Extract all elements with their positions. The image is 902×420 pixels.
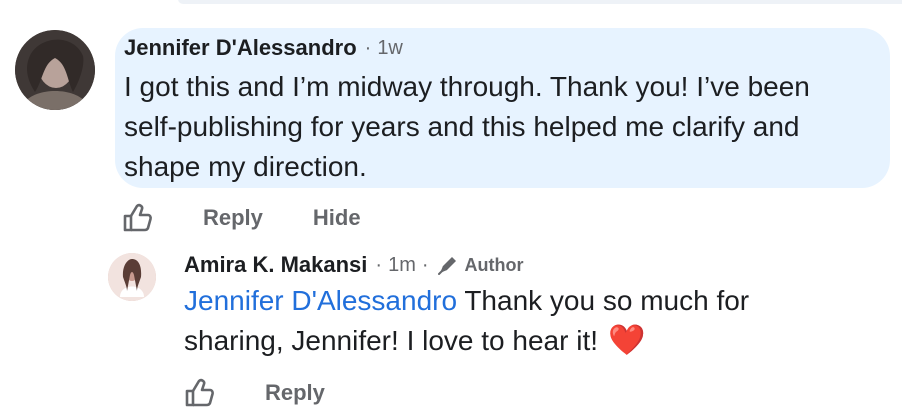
comment-text-line: shape my direction.	[124, 151, 367, 182]
hide-button[interactable]: Hide	[313, 205, 361, 231]
reply-text-line: sharing, Jennifer! I love to hear it! ❤️	[184, 321, 749, 361]
pencil-icon	[437, 257, 456, 275]
author-badge-label: Author	[464, 254, 524, 275]
thumbs-up-icon-svg	[123, 203, 152, 232]
author-badge: Author	[437, 254, 524, 276]
comment-header: Jennifer D'Alessandro · 1w	[124, 35, 403, 61]
mention-link[interactable]: Jennifer D'Alessandro	[184, 285, 457, 316]
comment-text: I got this and I’m midway through. Thank…	[124, 67, 810, 187]
comment-timestamp[interactable]: 1w	[377, 37, 403, 60]
reply-text-segment: Thank you so much for	[457, 285, 750, 316]
reply-button[interactable]: Reply	[265, 380, 325, 406]
avatar[interactable]	[108, 253, 156, 301]
thumbs-up-outline-icon[interactable]	[182, 376, 216, 410]
reply-button[interactable]: Reply	[203, 205, 263, 231]
comment-author-name[interactable]: Jennifer D'Alessandro	[124, 35, 357, 61]
reply-header: Amira K. Makansi · 1m · Author	[184, 252, 524, 278]
meta-separator: ·	[364, 36, 372, 59]
reply-timestamp[interactable]: 1m	[388, 254, 416, 277]
avatar[interactable]	[15, 30, 95, 110]
meta-separator: ·	[375, 253, 383, 276]
comment-text-line: self-publishing for years and this helpe…	[124, 111, 800, 142]
reply-text-segment: sharing, Jennifer! I love to hear it!	[184, 325, 598, 356]
comment-actions: Reply Hide	[120, 201, 361, 235]
thumbs-up-outline-icon[interactable]	[120, 201, 154, 235]
reply-author-name[interactable]: Amira K. Makansi	[184, 252, 367, 278]
reply-actions: Reply	[182, 376, 325, 410]
meta-separator: ·	[421, 253, 429, 276]
thumbs-up-icon-svg	[185, 378, 214, 407]
comment-text-line: I got this and I’m midway through. Thank…	[124, 71, 810, 102]
avatar-image	[15, 30, 95, 110]
heart-emoji: ❤️	[608, 324, 646, 357]
reply-text: Jennifer D'Alessandro Thank you so much …	[184, 281, 749, 361]
reply-text-line: Jennifer D'Alessandro Thank you so much …	[184, 281, 749, 321]
previous-comment-edge	[178, 0, 902, 4]
avatar-image	[108, 253, 156, 301]
